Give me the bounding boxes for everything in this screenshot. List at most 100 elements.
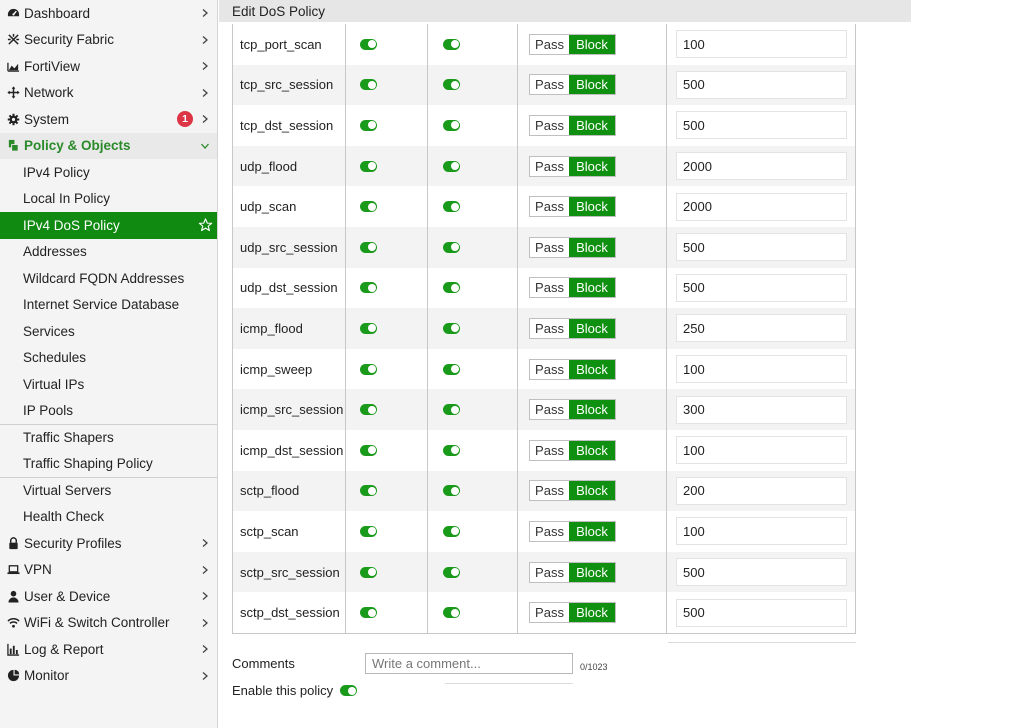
pass-button[interactable]: Pass bbox=[530, 562, 569, 582]
block-button[interactable]: Block bbox=[569, 359, 615, 379]
status-toggle[interactable] bbox=[360, 160, 377, 172]
block-button[interactable]: Block bbox=[569, 440, 615, 460]
block-button[interactable]: Block bbox=[569, 481, 615, 501]
block-button[interactable]: Block bbox=[569, 115, 615, 135]
pass-button[interactable]: Pass bbox=[530, 156, 569, 176]
enable-policy-toggle[interactable] bbox=[340, 685, 357, 696]
threshold-input[interactable]: 500 bbox=[676, 70, 847, 99]
sidebar-item-ipv4-policy[interactable]: IPv4 Policy bbox=[0, 159, 217, 186]
nav-monitor[interactable]: Monitor bbox=[0, 663, 217, 690]
status-toggle[interactable] bbox=[360, 525, 377, 537]
nav-security-fabric[interactable]: Security Fabric bbox=[0, 27, 217, 54]
nav-network[interactable]: Network bbox=[0, 80, 217, 107]
threshold-input[interactable]: 2000 bbox=[676, 192, 847, 221]
nav-user-device[interactable]: User & Device bbox=[0, 583, 217, 610]
status-toggle[interactable] bbox=[360, 322, 377, 334]
pass-button[interactable]: Pass bbox=[530, 359, 569, 379]
logging-toggle[interactable] bbox=[443, 363, 460, 375]
status-toggle[interactable] bbox=[360, 404, 377, 416]
nav-system[interactable]: System 1 bbox=[0, 106, 217, 133]
block-button[interactable]: Block bbox=[569, 278, 615, 298]
pass-button[interactable]: Pass bbox=[530, 75, 569, 95]
threshold-input[interactable]: 100 bbox=[676, 517, 847, 546]
threshold-input[interactable]: 100 bbox=[676, 30, 847, 59]
sidebar-item-schedules[interactable]: Schedules bbox=[0, 345, 217, 372]
block-button[interactable]: Block bbox=[569, 237, 615, 257]
logging-toggle[interactable] bbox=[443, 444, 460, 456]
logging-toggle[interactable] bbox=[443, 322, 460, 334]
sidebar-item-health-check[interactable]: Health Check bbox=[0, 504, 217, 531]
status-toggle[interactable] bbox=[360, 38, 377, 50]
logging-toggle[interactable] bbox=[443, 485, 460, 497]
threshold-input[interactable]: 500 bbox=[676, 558, 847, 587]
threshold-input[interactable]: 500 bbox=[676, 273, 847, 302]
pass-button[interactable]: Pass bbox=[530, 603, 569, 623]
pass-button[interactable]: Pass bbox=[530, 197, 569, 217]
nav-vpn[interactable]: VPN bbox=[0, 557, 217, 584]
block-button[interactable]: Block bbox=[569, 562, 615, 582]
sidebar-item-addresses[interactable]: Addresses bbox=[0, 239, 217, 266]
sidebar-item-virtual-ips[interactable]: Virtual IPs bbox=[0, 371, 217, 398]
logging-toggle[interactable] bbox=[443, 607, 460, 619]
sidebar-item-virtual-servers[interactable]: Virtual Servers bbox=[0, 477, 217, 504]
sidebar-item-ip-pools[interactable]: IP Pools bbox=[0, 398, 217, 425]
block-button[interactable]: Block bbox=[569, 318, 615, 338]
threshold-input[interactable]: 500 bbox=[676, 598, 847, 627]
threshold-input[interactable]: 500 bbox=[676, 233, 847, 262]
pass-button[interactable]: Pass bbox=[530, 278, 569, 298]
sidebar-item-local-in-policy[interactable]: Local In Policy bbox=[0, 186, 217, 213]
nav-security-profiles[interactable]: Security Profiles bbox=[0, 530, 217, 557]
sidebar-item-internet-service-db[interactable]: Internet Service Database bbox=[0, 292, 217, 319]
threshold-input[interactable]: 250 bbox=[676, 314, 847, 343]
logging-toggle[interactable] bbox=[443, 38, 460, 50]
logging-toggle[interactable] bbox=[443, 119, 460, 131]
status-toggle[interactable] bbox=[360, 241, 377, 253]
nav-log-report[interactable]: Log & Report bbox=[0, 636, 217, 663]
logging-toggle[interactable] bbox=[443, 160, 460, 172]
nav-wifi-switch[interactable]: WiFi & Switch Controller bbox=[0, 610, 217, 637]
logging-toggle[interactable] bbox=[443, 525, 460, 537]
block-button[interactable]: Block bbox=[569, 603, 615, 623]
block-button[interactable]: Block bbox=[569, 156, 615, 176]
logging-toggle[interactable] bbox=[443, 282, 460, 294]
logging-toggle[interactable] bbox=[443, 79, 460, 91]
pass-button[interactable]: Pass bbox=[530, 237, 569, 257]
status-toggle[interactable] bbox=[360, 444, 377, 456]
logging-toggle[interactable] bbox=[443, 404, 460, 416]
star-icon[interactable] bbox=[198, 218, 213, 233]
threshold-input[interactable]: 2000 bbox=[676, 152, 847, 181]
status-toggle[interactable] bbox=[360, 201, 377, 213]
status-toggle[interactable] bbox=[360, 363, 377, 375]
block-button[interactable]: Block bbox=[569, 400, 615, 420]
pass-button[interactable]: Pass bbox=[530, 34, 569, 54]
block-button[interactable]: Block bbox=[569, 521, 615, 541]
nav-dashboard[interactable]: Dashboard bbox=[0, 0, 217, 27]
sidebar-item-wildcard-fqdn[interactable]: Wildcard FQDN Addresses bbox=[0, 265, 217, 292]
block-button[interactable]: Block bbox=[569, 197, 615, 217]
logging-toggle[interactable] bbox=[443, 241, 460, 253]
threshold-input[interactable]: 100 bbox=[676, 355, 847, 384]
pass-button[interactable]: Pass bbox=[530, 481, 569, 501]
threshold-input[interactable]: 100 bbox=[676, 436, 847, 465]
block-button[interactable]: Block bbox=[569, 75, 615, 95]
pass-button[interactable]: Pass bbox=[530, 115, 569, 135]
sidebar-item-traffic-shaping-policy[interactable]: Traffic Shaping Policy bbox=[0, 451, 217, 478]
sidebar-item-traffic-shapers[interactable]: Traffic Shapers bbox=[0, 424, 217, 451]
status-toggle[interactable] bbox=[360, 485, 377, 497]
pass-button[interactable]: Pass bbox=[530, 318, 569, 338]
status-toggle[interactable] bbox=[360, 282, 377, 294]
logging-toggle[interactable] bbox=[443, 201, 460, 213]
pass-button[interactable]: Pass bbox=[530, 400, 569, 420]
pass-button[interactable]: Pass bbox=[530, 440, 569, 460]
status-toggle[interactable] bbox=[360, 119, 377, 131]
comment-input[interactable] bbox=[365, 653, 573, 674]
nav-fortiview[interactable]: FortiView bbox=[0, 53, 217, 80]
block-button[interactable]: Block bbox=[569, 34, 615, 54]
sidebar-item-ipv4-dos-policy[interactable]: IPv4 DoS Policy bbox=[0, 212, 217, 239]
status-toggle[interactable] bbox=[360, 79, 377, 91]
threshold-input[interactable]: 500 bbox=[676, 111, 847, 140]
threshold-input[interactable]: 300 bbox=[676, 395, 847, 424]
sidebar-item-services[interactable]: Services bbox=[0, 318, 217, 345]
pass-button[interactable]: Pass bbox=[530, 521, 569, 541]
status-toggle[interactable] bbox=[360, 566, 377, 578]
